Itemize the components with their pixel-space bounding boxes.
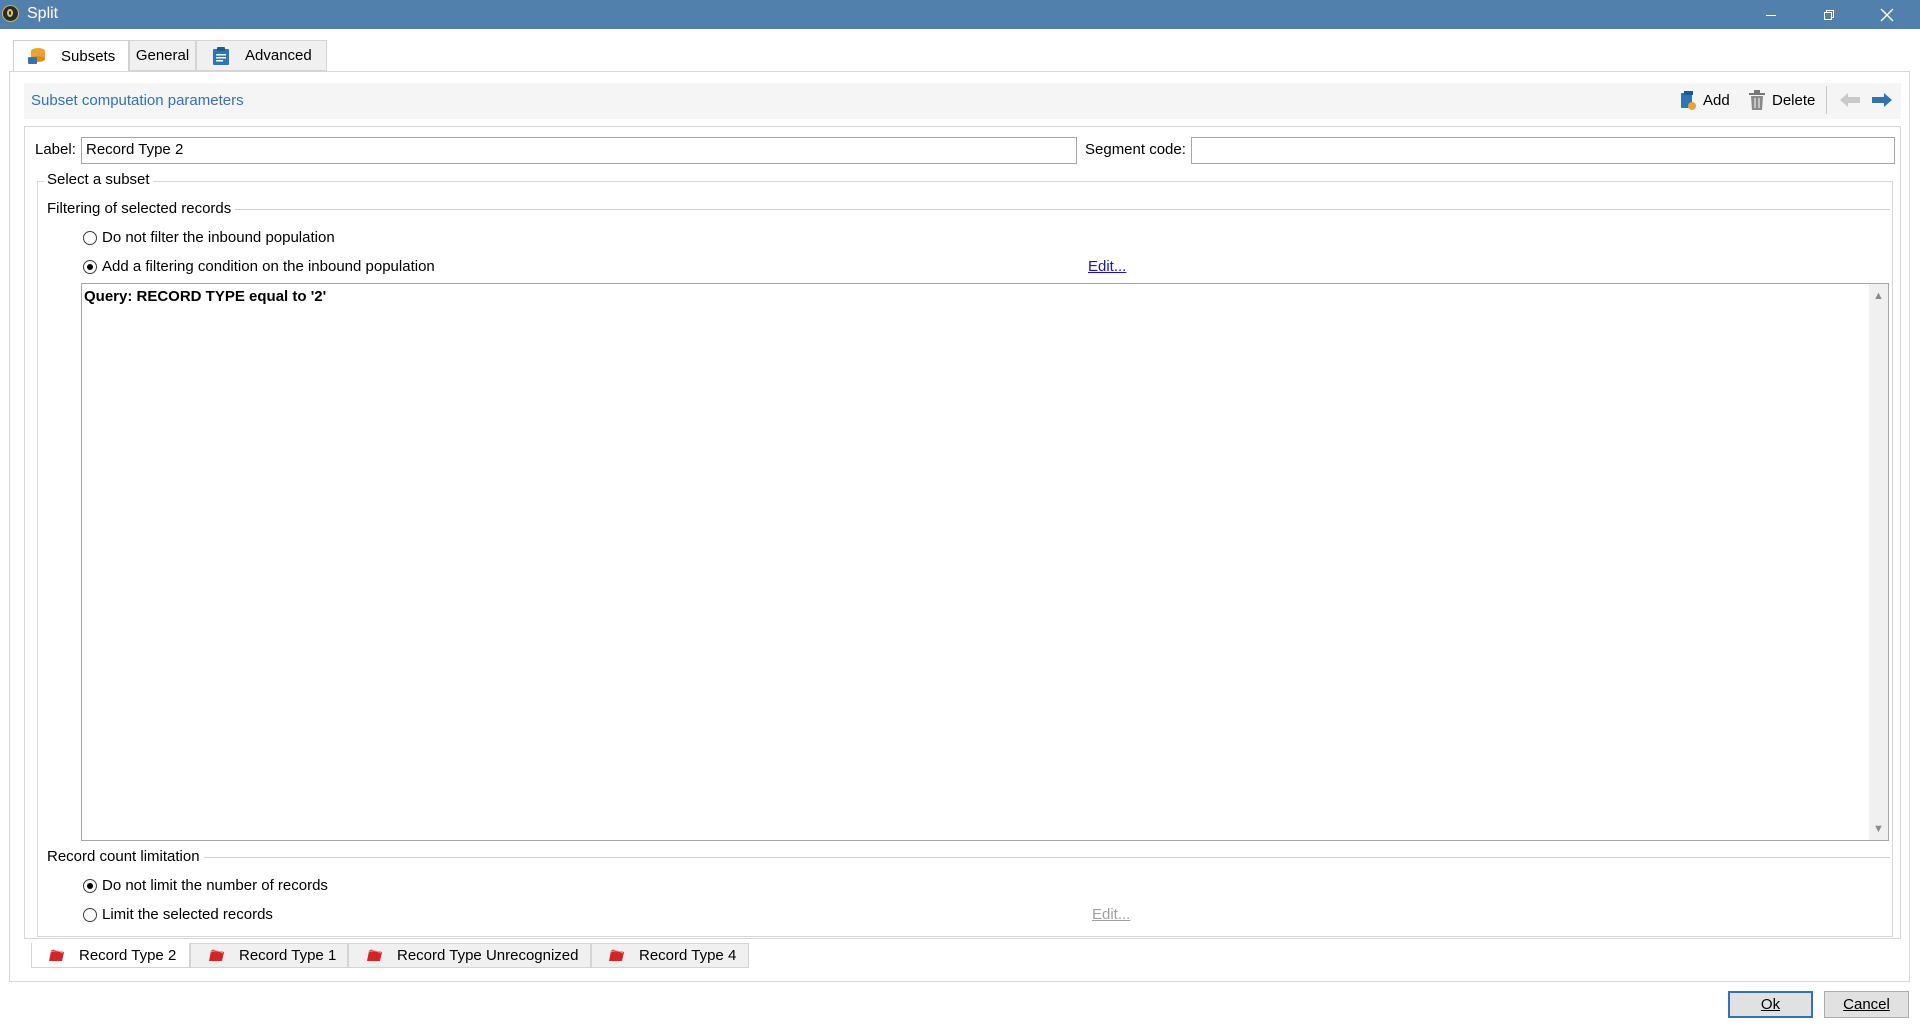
database-icon — [28, 48, 45, 64]
section-title: Subset computation parameters — [31, 92, 244, 109]
record-icon — [49, 949, 64, 961]
close-button[interactable] — [1864, 0, 1910, 29]
record-icon — [209, 949, 224, 961]
no-limit-label[interactable]: Do not limit the number of records — [102, 877, 328, 894]
ok-label: Ok — [1760, 996, 1781, 1013]
tab-advanced-label: Advanced — [245, 47, 312, 64]
tab-subsets-label: Subsets — [61, 47, 116, 65]
minimize-icon — [1766, 14, 1776, 16]
tab-subsets[interactable]: Subsets — [13, 40, 129, 71]
app-icon — [2, 5, 19, 22]
minimize-button[interactable] — [1748, 0, 1794, 29]
query-textarea[interactable] — [81, 283, 1889, 841]
no-filter-label[interactable]: Do not filter the inbound population — [102, 229, 335, 246]
limitation-heading: Record count limitation — [47, 848, 204, 865]
clipboard-icon — [213, 46, 229, 65]
previous-arrow-icon[interactable] — [1839, 92, 1861, 108]
label-input[interactable]: Record Type 2 — [81, 137, 1077, 164]
delete-button[interactable]: Delete — [1748, 89, 1815, 111]
record-tab[interactable]: Record Type 4 — [591, 943, 749, 968]
cancel-label: Cancel — [1843, 996, 1890, 1013]
add-button[interactable]: Add — [1679, 89, 1730, 111]
limit-records-label[interactable]: Limit the selected records — [102, 906, 273, 923]
restore-icon — [1824, 9, 1834, 20]
add-icon — [1681, 91, 1696, 110]
restore-button[interactable] — [1806, 0, 1852, 29]
limit-records-radio[interactable] — [83, 908, 97, 922]
tab-general[interactable]: General — [129, 40, 196, 71]
record-icon — [367, 949, 382, 961]
record-icon — [609, 949, 624, 961]
section-header — [24, 83, 1901, 119]
label-caption: Label: — [35, 141, 76, 158]
filter-edit-link[interactable]: Edit... — [1088, 258, 1126, 275]
query-text: Query: RECORD TYPE equal to '2' — [84, 288, 327, 305]
tab-advanced[interactable]: Advanced — [196, 40, 327, 71]
record-tab-label: Record Type Unrecognized — [397, 947, 579, 964]
next-arrow-icon[interactable] — [1871, 92, 1893, 108]
select-subset-legend: Select a subset — [44, 171, 153, 188]
window-title: Split — [27, 5, 59, 22]
close-icon — [1880, 8, 1894, 21]
limitation-divider — [47, 857, 1890, 858]
filtering-heading: Filtering of selected records — [47, 200, 236, 217]
add-condition-label[interactable]: Add a filtering condition on the inbound… — [102, 258, 435, 275]
segment-code-input[interactable] — [1191, 137, 1895, 164]
scroll-down-icon[interactable]: ▼ — [1869, 820, 1888, 838]
add-condition-radio[interactable] — [83, 260, 97, 274]
delete-label: Delete — [1772, 91, 1816, 109]
cancel-button[interactable]: Cancel — [1824, 991, 1909, 1018]
record-tab-label: Record Type 1 — [239, 947, 337, 964]
segment-code-caption: Segment code: — [1085, 141, 1186, 158]
trash-icon — [1749, 90, 1765, 110]
no-limit-radio[interactable] — [83, 879, 97, 893]
ok-button[interactable]: Ok — [1728, 991, 1813, 1018]
filtering-divider — [47, 209, 1890, 210]
record-tab[interactable]: Record Type Unrecognized — [348, 943, 591, 968]
tab-general-label: General — [135, 47, 190, 64]
scroll-up-icon[interactable]: ▲ — [1869, 287, 1888, 305]
record-tab[interactable]: Record Type 1 — [190, 943, 348, 968]
add-label: Add — [1703, 91, 1730, 109]
record-tab[interactable]: Record Type 2 — [31, 943, 190, 968]
toolbar-separator — [1826, 86, 1827, 114]
query-scrollbar[interactable] — [1869, 284, 1888, 840]
title-bar — [0, 0, 1920, 29]
limit-edit-link: Edit... — [1092, 906, 1131, 923]
record-tab-label: Record Type 4 — [639, 947, 737, 964]
no-filter-radio[interactable] — [83, 231, 97, 245]
record-tab-label: Record Type 2 — [79, 946, 177, 964]
